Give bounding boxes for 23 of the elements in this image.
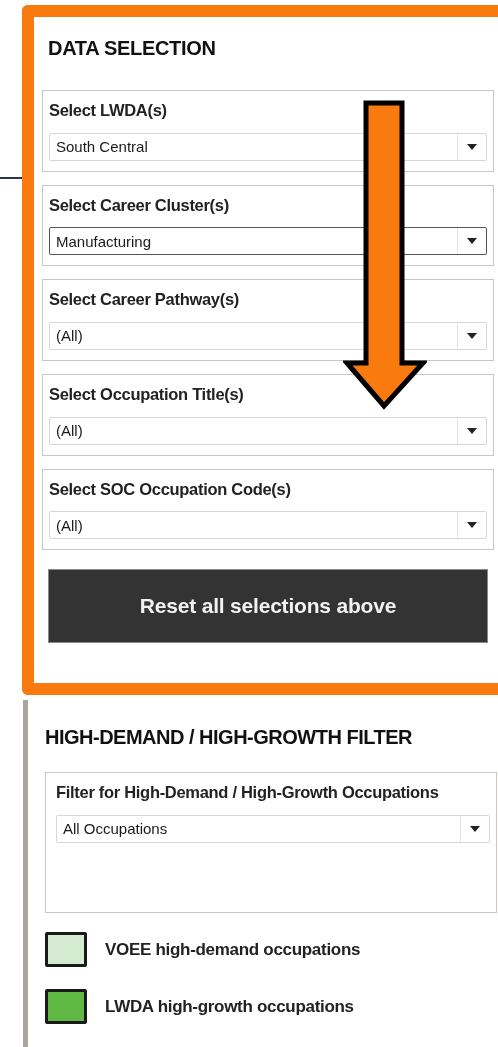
dropdown[interactable]: (All): [49, 416, 487, 445]
caret-icon: [467, 238, 477, 245]
dropdown[interactable]: (All): [49, 321, 487, 350]
caret-icon: [467, 332, 477, 339]
filter-label: Filter for High-Demand / High-Growth Occupations: [56, 782, 440, 803]
dropdown[interactable]: South Central: [49, 132, 487, 161]
caret-icon: [467, 427, 477, 434]
dropdown[interactable]: (All): [49, 511, 487, 540]
filter-label: Select LWDA(s): [49, 100, 168, 121]
reset-button[interactable]: Reset all selections above: [48, 569, 488, 644]
legend-label: VOEE high-demand occupations: [105, 939, 361, 960]
caret-icon: [467, 522, 477, 529]
caret-icon: [467, 143, 477, 150]
caret-icon: [470, 825, 480, 832]
filter-label: Select SOC Occupation Code(s): [49, 478, 292, 500]
section-title: HIGH-DEMAND / HIGH-GROWTH FILTER: [45, 725, 413, 750]
filter-label: Select Occupation Title(s): [49, 383, 245, 405]
dropdown[interactable]: Manufacturing: [49, 227, 487, 256]
legend-label: LWDA high-growth occupations: [105, 996, 354, 1017]
filter-label: Select Career Pathway(s): [49, 289, 240, 310]
section-title: DATA SELECTION: [48, 36, 217, 61]
filter-label: Select Career Cluster(s): [49, 194, 230, 216]
dropdown[interactable]: All Occupations: [56, 814, 490, 843]
